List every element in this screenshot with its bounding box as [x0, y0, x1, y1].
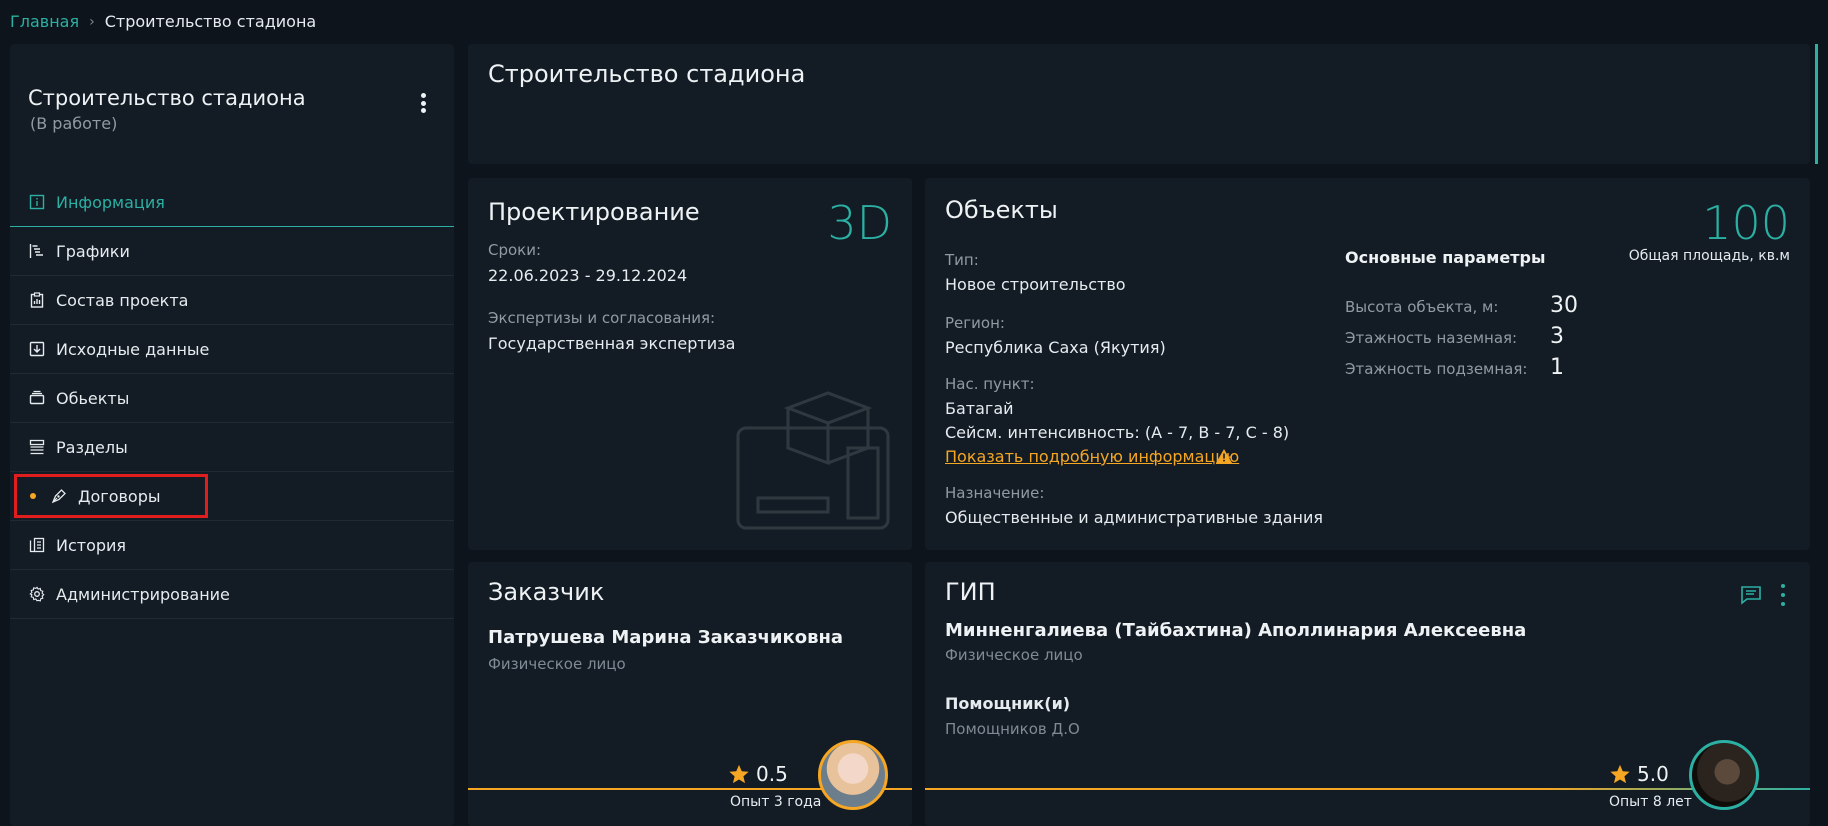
chevron-right-icon: › [89, 13, 95, 30]
sidebar: Строительство стадиона (В работе) Информ… [10, 44, 454, 826]
project-menu-button[interactable] [414, 90, 432, 116]
sidebar-item-label: Разделы [56, 437, 128, 457]
sidebar-item-label: История [56, 535, 127, 555]
sections-icon [28, 438, 46, 456]
gear-icon [28, 585, 46, 603]
sidebar-item-charts[interactable]: Графики [10, 227, 454, 276]
param-value: 1 [1550, 355, 1564, 380]
customer-card: Заказчик Патрушева Марина Заказчиковна Ф… [468, 562, 912, 826]
param-label: Этажность наземная: [1345, 329, 1518, 347]
gip-card: ГИП Минненгалиева (Тайбахтина) Аполлинар… [925, 562, 1810, 826]
gip-rating-value: 5.0 [1637, 762, 1669, 786]
star-icon [729, 764, 749, 784]
download-icon [28, 340, 46, 358]
assistant-label: Помощник(и) [945, 694, 1071, 713]
gip-divider [925, 788, 1810, 790]
expertise-value: Государственная экспертиза [488, 334, 736, 353]
clipboard-icon [28, 291, 46, 309]
customer-rating: 0.5 [728, 762, 788, 786]
sidebar-item-composition[interactable]: Состав проекта [10, 276, 454, 325]
breadcrumb: Главная › Строительство стадиона [10, 12, 316, 31]
sidebar-item-label: Информация [56, 192, 165, 212]
seismic-value: Сейсм. интенсивность: (A - 7, B - 7, C -… [945, 423, 1290, 442]
warning-icon [1216, 449, 1232, 463]
assistant-value: Помощников Д.О [945, 720, 1080, 738]
gip-type: Физическое лицо [945, 646, 1083, 664]
customer-rating-value: 0.5 [756, 762, 788, 786]
design-card: Проектирование 3D Сроки: 22.06.2023 - 29… [468, 178, 912, 550]
sidebar-item-history[interactable]: История [10, 521, 454, 570]
dates-value: 22.06.2023 - 29.12.2024 [488, 266, 688, 285]
sidebar-menu: Информация Графики Состав проекта Исходн… [10, 178, 454, 619]
history-icon [28, 536, 46, 554]
gip-title: ГИП [945, 578, 996, 606]
layers-icon [28, 389, 46, 407]
sidebar-item-info[interactable]: Информация [10, 178, 454, 227]
customer-experience: Опыт 3 года [730, 794, 822, 810]
type-label: Тип: [945, 251, 979, 269]
purpose-value: Общественные и административные здания [945, 508, 1324, 527]
region-value: Республика Саха (Якутия) [945, 338, 1166, 357]
gip-avatar[interactable] [1689, 740, 1759, 810]
sidebar-item-sections[interactable]: Разделы [10, 423, 454, 472]
breadcrumb-current: Строительство стадиона [104, 12, 317, 31]
header-card: Строительство стадиона [468, 44, 1810, 164]
page-title: Строительство стадиона [488, 60, 806, 88]
param-label: Этажность подземная: [1345, 360, 1528, 378]
customer-title: Заказчик [488, 578, 605, 606]
sidebar-item-admin[interactable]: Администрирование [10, 570, 454, 619]
objects-card: Объекты Тип: Новое строительство Регион:… [925, 178, 1810, 550]
kebab-dot [420, 93, 426, 98]
gip-name: Минненгалиева (Тайбахтина) Аполлинария А… [945, 620, 1527, 641]
sidebar-item-label: Исходные данные [56, 339, 210, 359]
chat-icon[interactable] [1740, 585, 1762, 605]
region-label: Регион: [945, 314, 1005, 332]
design-title: Проектирование [488, 198, 700, 226]
scrollbar[interactable] [1815, 44, 1818, 164]
dates-label: Сроки: [488, 241, 542, 259]
customer-avatar[interactable] [818, 740, 888, 810]
sidebar-item-label: Договоры [78, 486, 161, 506]
sidebar-item-label: Администрирование [56, 584, 230, 604]
sidebar-item-label: Обьекты [56, 388, 130, 408]
info-icon [28, 193, 46, 211]
customer-type: Физическое лицо [488, 655, 626, 673]
gip-experience: Опыт 8 лет [1609, 794, 1692, 810]
objects-title: Объекты [945, 196, 1058, 224]
project-status: (В работе) [30, 114, 118, 133]
show-details-link[interactable]: Показать подробную информацию [945, 447, 1239, 466]
design-badge: 3D [827, 196, 892, 250]
gip-menu-button[interactable] [1780, 584, 1786, 606]
kebab-dot [420, 108, 426, 113]
type-value: Новое строительство [945, 275, 1126, 294]
locality-label: Нас. пункт: [945, 375, 1035, 393]
params-title: Основные параметры [1345, 248, 1546, 267]
gip-rating: 5.0 [1609, 762, 1669, 786]
sidebar-item-label: Состав проекта [56, 290, 189, 310]
sidebar-item-source-data[interactable]: Исходные данные [10, 325, 454, 374]
sidebar-item-objects[interactable]: Обьекты [10, 374, 454, 423]
gantt-icon [28, 242, 46, 260]
star-icon [1610, 764, 1630, 784]
purpose-label: Назначение: [945, 484, 1045, 502]
breadcrumb-home-link[interactable]: Главная [10, 12, 79, 31]
design-illustration-icon [736, 391, 890, 530]
project-title: Строительство стадиона [28, 86, 306, 110]
param-label: Высота объекта, м: [1345, 298, 1499, 316]
area-value: 100 [1702, 196, 1790, 250]
expertise-label: Экспертизы и согласования: [488, 309, 716, 327]
sidebar-item-label: Графики [56, 241, 130, 261]
gip-actions [1740, 584, 1786, 606]
kebab-dot [420, 100, 426, 106]
locality-value: Батагай [945, 399, 1014, 418]
status-dot [30, 493, 36, 499]
sidebar-item-contracts[interactable]: Договоры [10, 472, 454, 521]
param-value: 30 [1550, 293, 1578, 318]
pen-icon [50, 487, 68, 505]
customer-name: Патрушева Марина Заказчиковна [488, 627, 844, 648]
param-value: 3 [1550, 324, 1564, 349]
area-label: Общая площадь, кв.м [1628, 248, 1790, 264]
